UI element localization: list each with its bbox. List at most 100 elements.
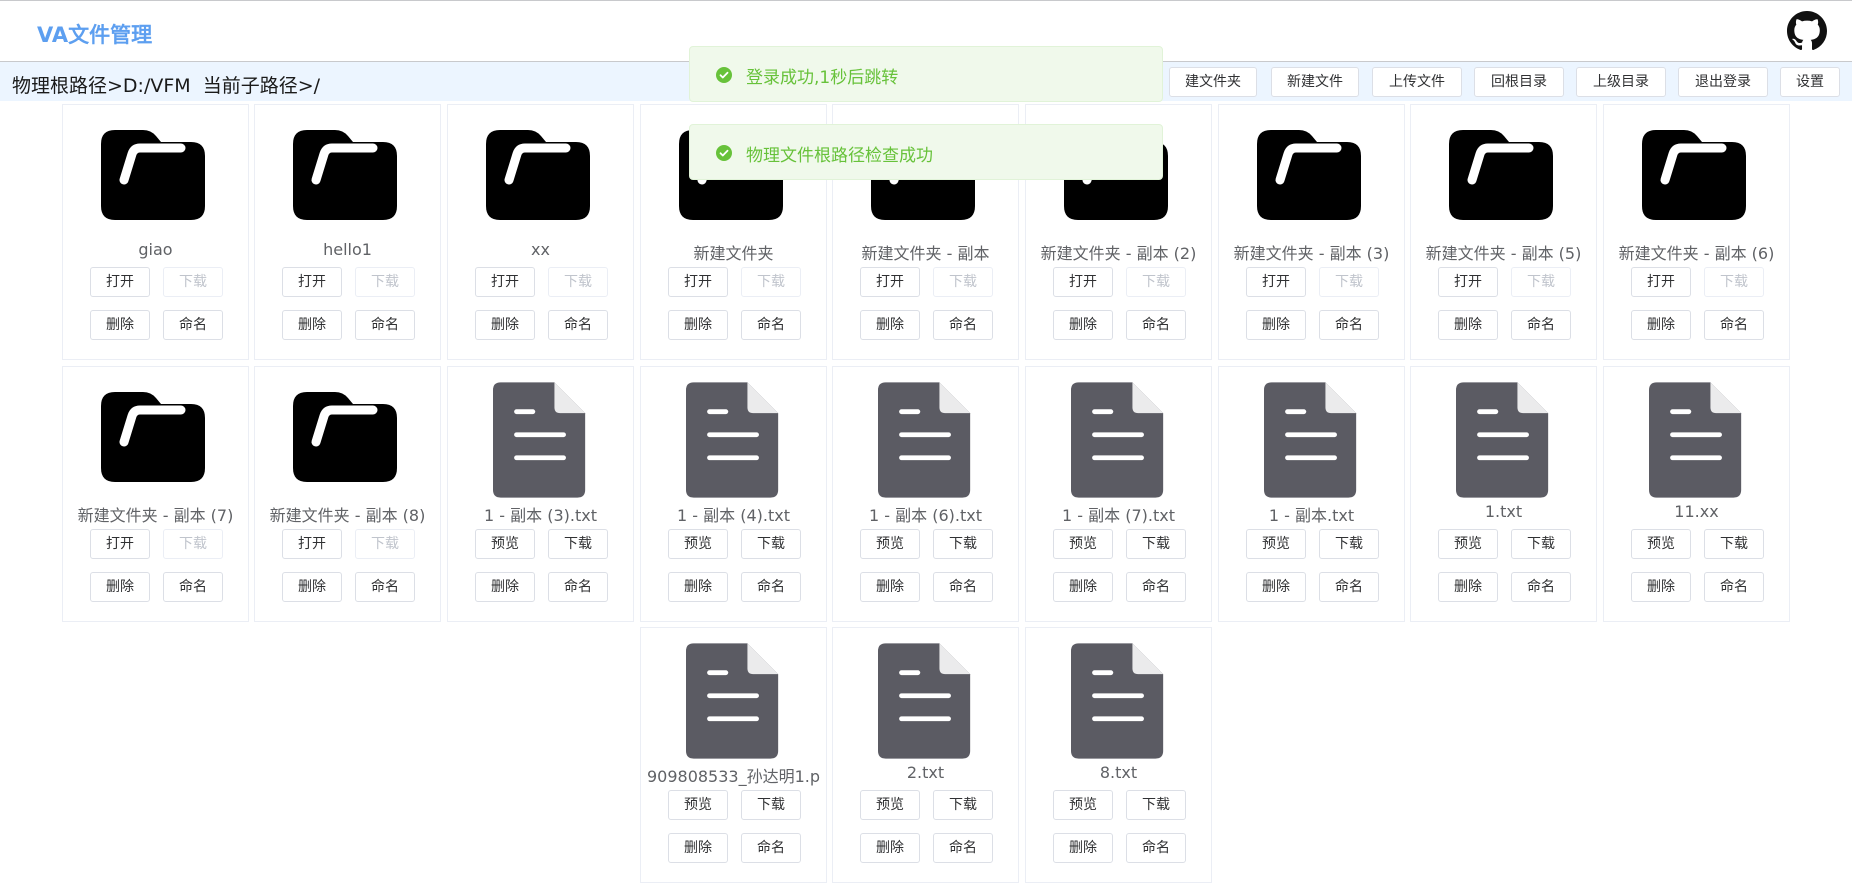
- file-tile[interactable]: 1 - 副本 (3).txt 预览 下载 删除 命名: [447, 366, 634, 622]
- rename-button[interactable]: 命名: [1704, 310, 1764, 340]
- delete-button[interactable]: 删除: [475, 572, 535, 602]
- delete-button[interactable]: 删除: [1053, 572, 1113, 602]
- folder-tile[interactable]: 新建文件夹 - 副本 (6) 打开 下载 删除 命名: [1603, 104, 1790, 360]
- delete-button[interactable]: 删除: [860, 310, 920, 340]
- preview-button[interactable]: 预览: [475, 529, 535, 559]
- delete-button[interactable]: 删除: [668, 572, 728, 602]
- rename-button[interactable]: 命名: [1704, 572, 1764, 602]
- rename-button[interactable]: 命名: [741, 833, 801, 863]
- delete-button[interactable]: 删除: [1053, 833, 1113, 863]
- open-button[interactable]: 打开: [668, 267, 728, 297]
- root-dir-button[interactable]: 回根目录: [1474, 67, 1564, 97]
- delete-button[interactable]: 删除: [668, 310, 728, 340]
- rename-button[interactable]: 命名: [355, 572, 415, 602]
- file-tile[interactable]: 1.txt 预览 下载 删除 命名: [1410, 366, 1597, 622]
- open-button[interactable]: 打开: [282, 529, 342, 559]
- open-button[interactable]: 打开: [90, 267, 150, 297]
- delete-button[interactable]: 删除: [1053, 310, 1113, 340]
- rename-button[interactable]: 命名: [1319, 572, 1379, 602]
- preview-button[interactable]: 预览: [1053, 529, 1113, 559]
- settings-button[interactable]: 设置: [1780, 67, 1840, 97]
- delete-button[interactable]: 删除: [860, 833, 920, 863]
- upload-file-button[interactable]: 上传文件: [1372, 67, 1462, 97]
- folder-tile[interactable]: 新建文件夹 - 副本 (5) 打开 下载 删除 命名: [1410, 104, 1597, 360]
- new-file-button[interactable]: 新建文件: [1271, 67, 1359, 97]
- open-button[interactable]: 打开: [475, 267, 535, 297]
- rename-button[interactable]: 命名: [1126, 310, 1186, 340]
- open-button[interactable]: 打开: [1631, 267, 1691, 297]
- folder-tile[interactable]: 新建文件夹 - 副本 (3) 打开 下载 删除 命名: [1218, 104, 1405, 360]
- preview-button[interactable]: 预览: [668, 529, 728, 559]
- download-button[interactable]: 下载: [1126, 529, 1186, 559]
- rename-button[interactable]: 命名: [933, 833, 993, 863]
- download-button[interactable]: 下载: [1704, 529, 1764, 559]
- github-icon[interactable]: [1787, 11, 1827, 51]
- delete-button[interactable]: 删除: [90, 572, 150, 602]
- download-button[interactable]: 下载: [1126, 790, 1186, 820]
- delete-button[interactable]: 删除: [1246, 572, 1306, 602]
- rename-button[interactable]: 命名: [163, 572, 223, 602]
- download-button[interactable]: 下载: [741, 790, 801, 820]
- download-button[interactable]: 下载: [1319, 529, 1379, 559]
- rename-button[interactable]: 命名: [933, 310, 993, 340]
- download-button[interactable]: 下载: [741, 529, 801, 559]
- file-tile[interactable]: 2.txt 预览 下载 删除 命名: [832, 627, 1019, 883]
- open-button[interactable]: 打开: [860, 267, 920, 297]
- delete-button[interactable]: 删除: [1631, 310, 1691, 340]
- download-button[interactable]: 下载: [548, 529, 608, 559]
- file-tile[interactable]: 1 - 副本 (7).txt 预览 下载 删除 命名: [1025, 366, 1212, 622]
- download-button[interactable]: 下载: [933, 790, 993, 820]
- preview-button[interactable]: 预览: [860, 790, 920, 820]
- delete-button[interactable]: 删除: [1438, 572, 1498, 602]
- folder-tile[interactable]: xx 打开 下载 删除 命名: [447, 104, 634, 360]
- rename-button[interactable]: 命名: [1511, 572, 1571, 602]
- rename-button[interactable]: 命名: [1126, 833, 1186, 863]
- open-button[interactable]: 打开: [1053, 267, 1113, 297]
- preview-button[interactable]: 预览: [1631, 529, 1691, 559]
- rename-button[interactable]: 命名: [355, 310, 415, 340]
- app-logo[interactable]: VA文件管理: [37, 19, 152, 49]
- preview-button[interactable]: 预览: [668, 790, 728, 820]
- open-button[interactable]: 打开: [1246, 267, 1306, 297]
- delete-button[interactable]: 删除: [1246, 310, 1306, 340]
- file-tile[interactable]: 1 - 副本 (4).txt 预览 下载 删除 命名: [640, 366, 827, 622]
- preview-button[interactable]: 预览: [1438, 529, 1498, 559]
- delete-button[interactable]: 删除: [860, 572, 920, 602]
- folder-tile[interactable]: 新建文件夹 - 副本 (7) 打开 下载 删除 命名: [62, 366, 249, 622]
- rename-button[interactable]: 命名: [741, 310, 801, 340]
- delete-button[interactable]: 删除: [668, 833, 728, 863]
- file-tile[interactable]: 1 - 副本 (6).txt 预览 下载 删除 命名: [832, 366, 1019, 622]
- open-button[interactable]: 打开: [1438, 267, 1498, 297]
- preview-button[interactable]: 预览: [1246, 529, 1306, 559]
- rename-button[interactable]: 命名: [1511, 310, 1571, 340]
- download-button[interactable]: 下载: [1511, 529, 1571, 559]
- logout-button[interactable]: 退出登录: [1678, 67, 1768, 97]
- delete-button[interactable]: 删除: [1631, 572, 1691, 602]
- preview-button[interactable]: 预览: [1053, 790, 1113, 820]
- rename-button[interactable]: 命名: [1126, 572, 1186, 602]
- delete-button[interactable]: 删除: [282, 572, 342, 602]
- file-tile[interactable]: 11.xx 预览 下载 删除 命名: [1603, 366, 1790, 622]
- rename-button[interactable]: 命名: [548, 310, 608, 340]
- delete-button[interactable]: 删除: [1438, 310, 1498, 340]
- delete-button[interactable]: 删除: [282, 310, 342, 340]
- rename-button[interactable]: 命名: [933, 572, 993, 602]
- download-button[interactable]: 下载: [933, 529, 993, 559]
- parent-dir-button[interactable]: 上级目录: [1576, 67, 1666, 97]
- preview-button[interactable]: 预览: [860, 529, 920, 559]
- rename-button[interactable]: 命名: [548, 572, 608, 602]
- folder-tile[interactable]: giao 打开 下载 删除 命名: [62, 104, 249, 360]
- delete-button[interactable]: 删除: [90, 310, 150, 340]
- delete-button[interactable]: 删除: [475, 310, 535, 340]
- rename-button[interactable]: 命名: [163, 310, 223, 340]
- open-button[interactable]: 打开: [90, 529, 150, 559]
- file-tile[interactable]: 1 - 副本.txt 预览 下载 删除 命名: [1218, 366, 1405, 622]
- open-button[interactable]: 打开: [282, 267, 342, 297]
- folder-tile[interactable]: 新建文件夹 - 副本 (8) 打开 下载 删除 命名: [254, 366, 441, 622]
- file-tile[interactable]: 8.txt 预览 下载 删除 命名: [1025, 627, 1212, 883]
- new-folder-button[interactable]: 建文件夹: [1169, 67, 1257, 97]
- rename-button[interactable]: 命名: [1319, 310, 1379, 340]
- folder-tile[interactable]: hello1 打开 下载 删除 命名: [254, 104, 441, 360]
- rename-button[interactable]: 命名: [741, 572, 801, 602]
- file-tile[interactable]: 909808533_孙达明1.p 预览 下载 删除 命名: [640, 627, 827, 883]
